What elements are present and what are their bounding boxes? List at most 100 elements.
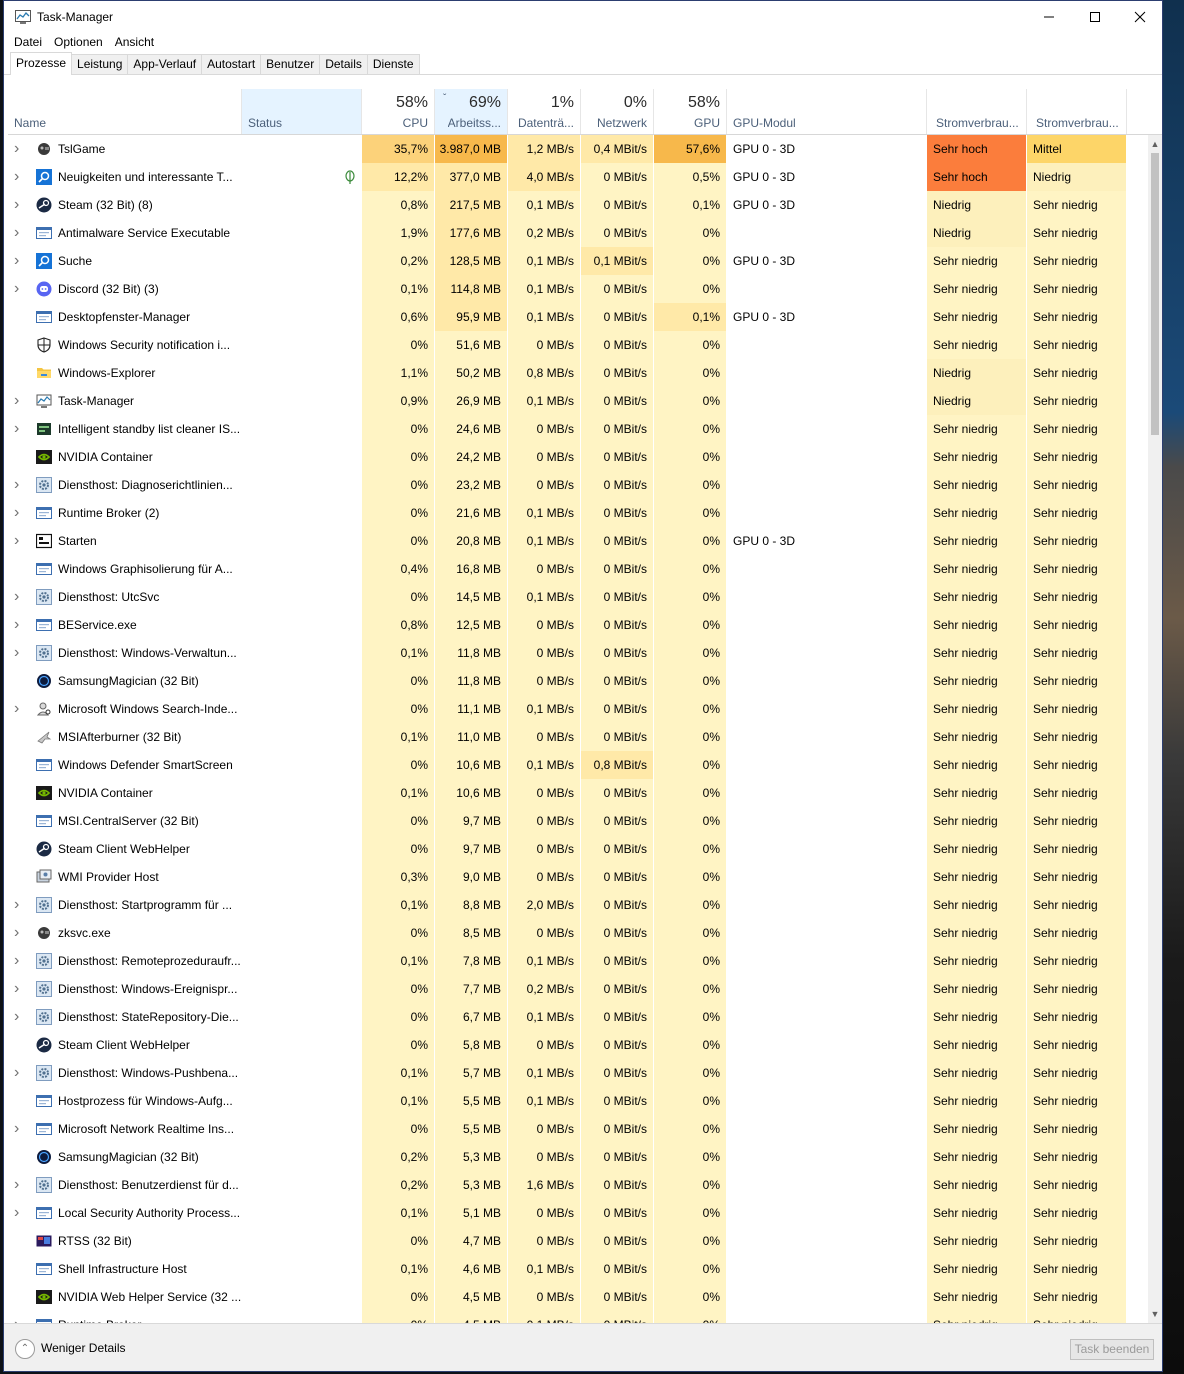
- minimize-button[interactable]: [1026, 1, 1072, 33]
- chevron-right-icon[interactable]: ›: [14, 163, 26, 191]
- table-row[interactable]: › Diensthost: UtcSvc 0% 14,5 MB 0,1 MB/s 0 MB…: [8, 583, 1148, 611]
- chevron-right-icon[interactable]: ›: [14, 1311, 26, 1323]
- chevron-right-icon[interactable]: ›: [14, 1003, 26, 1031]
- menu-file[interactable]: Datei: [8, 33, 48, 51]
- tab-startup[interactable]: Autostart: [201, 54, 262, 74]
- chevron-right-icon[interactable]: ›: [14, 1199, 26, 1227]
- table-row[interactable]: Windows Security notification i... 0% 51,6…: [8, 331, 1148, 359]
- table-row[interactable]: RTSS (32 Bit) 0% 4,7 MB 0 MB/s 0 MBit/s 0% Seh…: [8, 1227, 1148, 1255]
- table-row[interactable]: NVIDIA Container 0% 24,2 MB 0 MB/s 0 MBit/s 0…: [8, 443, 1148, 471]
- chevron-right-icon[interactable]: ›: [14, 1059, 26, 1087]
- menu-options[interactable]: Optionen: [48, 33, 109, 51]
- table-row[interactable]: Windows-Explorer 1,1% 50,2 MB 0,8 MB/s 0 MBi…: [8, 359, 1148, 387]
- column-header-power[interactable]: Stromverbrau...: [927, 89, 1027, 134]
- table-row[interactable]: › Diensthost: Windows-Verwaltun... 0,1% 11,…: [8, 639, 1148, 667]
- tab-processes[interactable]: Prozesse: [10, 52, 73, 75]
- table-row[interactable]: › TslGame 35,7% 3.987,0 MB 1,2 MB/s 0,4 MBit/…: [8, 135, 1148, 163]
- table-row[interactable]: › Diensthost: Remoteprozeduraufr... 0,1% 7,…: [8, 947, 1148, 975]
- table-row[interactable]: Windows Graphisolierung für A... 0,4% 16,8…: [8, 555, 1148, 583]
- table-row[interactable]: Steam Client WebHelper 0% 9,7 MB 0 MB/s 0 MB…: [8, 835, 1148, 863]
- tab-users[interactable]: Benutzer: [260, 54, 321, 74]
- chevron-right-icon[interactable]: ›: [14, 275, 26, 303]
- close-button[interactable]: [1117, 1, 1162, 33]
- table-row[interactable]: MSI.CentralServer (32 Bit) 0% 9,7 MB 0 MB/s…: [8, 807, 1148, 835]
- chevron-right-icon[interactable]: ›: [14, 583, 26, 611]
- tab-app-history[interactable]: App-Verlauf: [127, 54, 203, 74]
- chevron-right-icon[interactable]: ›: [14, 499, 26, 527]
- chevron-right-icon[interactable]: ›: [14, 639, 26, 667]
- chevron-right-icon[interactable]: ›: [14, 919, 26, 947]
- table-row[interactable]: › Task-Manager 0,9% 26,9 MB 0,1 MB/s 0 MBit/s…: [8, 387, 1148, 415]
- chevron-right-icon[interactable]: ›: [14, 527, 26, 555]
- table-row[interactable]: › Suche 0,2% 128,5 MB 0,1 MB/s 0,1 MBit/s 0% GP…: [8, 247, 1148, 275]
- table-row[interactable]: › Antimalware Service Executable 1,9% 177,6…: [8, 219, 1148, 247]
- chevron-right-icon[interactable]: ›: [14, 471, 26, 499]
- table-row[interactable]: › BEService.exe 0,8% 12,5 MB 0 MB/s 0 MBit/s 0…: [8, 611, 1148, 639]
- chevron-right-icon[interactable]: ›: [14, 387, 26, 415]
- table-row[interactable]: › Microsoft Network Realtime Ins... 0% 5,5 …: [8, 1115, 1148, 1143]
- table-row[interactable]: › Intelligent standby list cleaner IS... 0…: [8, 415, 1148, 443]
- chevron-right-icon[interactable]: ›: [14, 247, 26, 275]
- column-header-memory[interactable]: ˇ 69% Arbeitss...: [435, 89, 508, 134]
- menu-view[interactable]: Ansicht: [109, 33, 160, 51]
- table-row[interactable]: › Steam (32 Bit) (8) 0,8% 217,5 MB 0,1 MB/s 0…: [8, 191, 1148, 219]
- chevron-right-icon[interactable]: ›: [14, 219, 26, 247]
- table-row[interactable]: › Discord (32 Bit) (3) 0,1% 114,8 MB 0,1 MB/…: [8, 275, 1148, 303]
- table-row[interactable]: Steam Client WebHelper 0% 5,8 MB 0 MB/s 0 MB…: [8, 1031, 1148, 1059]
- scroll-up-icon[interactable]: ▲: [1148, 137, 1162, 151]
- table-row[interactable]: Desktopfenster-Manager 0,6% 95,9 MB 0,1 MB/…: [8, 303, 1148, 331]
- maximize-button[interactable]: [1072, 1, 1118, 33]
- chevron-right-icon[interactable]: ›: [14, 191, 26, 219]
- table-row[interactable]: › Diensthost: StateRepository-Die... 0% 6,7…: [8, 1003, 1148, 1031]
- table-row[interactable]: › zksvc.exe 0% 8,5 MB 0 MB/s 0 MBit/s 0% Sehr n…: [8, 919, 1148, 947]
- table-row[interactable]: SamsungMagician (32 Bit) 0,2% 5,3 MB 0 MB/s…: [8, 1143, 1148, 1171]
- end-task-button[interactable]: Task beenden: [1070, 1339, 1154, 1360]
- column-header-name[interactable]: Name: [8, 89, 242, 134]
- column-header-status[interactable]: Status: [242, 89, 362, 134]
- table-row[interactable]: Hostprozess für Windows-Aufg... 0,1% 5,5 M…: [8, 1087, 1148, 1115]
- column-header-gpu[interactable]: 58% GPU: [654, 89, 727, 134]
- table-row[interactable]: › Diensthost: Windows-Pushbena... 0,1% 5,7 …: [8, 1059, 1148, 1087]
- chevron-up-icon[interactable]: ⌃: [15, 1339, 35, 1359]
- scroll-down-icon[interactable]: ▼: [1148, 1307, 1162, 1321]
- chevron-right-icon[interactable]: ›: [14, 1171, 26, 1199]
- chevron-right-icon[interactable]: ›: [14, 415, 26, 443]
- table-row[interactable]: › Runtime Broker (2) 0% 21,6 MB 0,1 MB/s 0 MB…: [8, 499, 1148, 527]
- column-header-power-trend[interactable]: Stromverbrau...: [1027, 89, 1127, 134]
- tab-details[interactable]: Details: [319, 54, 368, 74]
- chevron-right-icon[interactable]: ›: [14, 891, 26, 919]
- table-row[interactable]: › Diensthost: Benutzerdienst für d... 0,2%…: [8, 1171, 1148, 1199]
- tab-performance[interactable]: Leistung: [71, 54, 129, 74]
- table-row[interactable]: NVIDIA Web Helper Service (32 ... 0% 4,5 M…: [8, 1283, 1148, 1311]
- table-row[interactable]: › Microsoft Windows Search-Inde... 0% 11,1 …: [8, 695, 1148, 723]
- fewer-details-link[interactable]: Weniger Details: [41, 1341, 125, 1355]
- table-row[interactable]: MSIAfterburner (32 Bit) 0,1% 11,0 MB 0 MB/s…: [8, 723, 1148, 751]
- scrollbar-thumb[interactable]: [1151, 153, 1159, 435]
- table-row[interactable]: Windows Defender SmartScreen 0% 10,6 MB 0,1…: [8, 751, 1148, 779]
- column-header-cpu[interactable]: 58% CPU: [362, 89, 435, 134]
- table-row[interactable]: WMI Provider Host 0,3% 9,0 MB 0 MB/s 0 MBit/…: [8, 863, 1148, 891]
- table-row[interactable]: › Local Security Authority Process... 0,1%…: [8, 1199, 1148, 1227]
- vertical-scrollbar[interactable]: ▲ ▼: [1148, 135, 1162, 1323]
- tab-services[interactable]: Dienste: [366, 54, 420, 74]
- table-row[interactable]: › Starten 0% 20,8 MB 0,1 MB/s 0 MBit/s 0% GPU 0…: [8, 527, 1148, 555]
- chevron-right-icon[interactable]: ›: [14, 135, 26, 163]
- chevron-right-icon[interactable]: ›: [14, 1115, 26, 1143]
- table-row[interactable]: › Neuigkeiten und interessante T... 12,2% 3…: [8, 163, 1148, 191]
- table-row[interactable]: NVIDIA Container 0,1% 10,6 MB 0 MB/s 0 MBit/…: [8, 779, 1148, 807]
- table-row[interactable]: SamsungMagician (32 Bit) 0% 11,8 MB 0 MB/s 0…: [8, 667, 1148, 695]
- column-header-gpu-engine[interactable]: GPU-Modul: [727, 89, 927, 134]
- chevron-right-icon[interactable]: ›: [14, 975, 26, 1003]
- table-row[interactable]: › Diensthost: Diagnoserichtlinien... 0% 23,…: [8, 471, 1148, 499]
- memory-cell: 177,6 MB: [435, 219, 508, 247]
- chevron-right-icon[interactable]: ›: [14, 695, 26, 723]
- chevron-right-icon[interactable]: ›: [14, 611, 26, 639]
- table-row[interactable]: ›Runtime Broker0%4,5 MB0,1 MB/s0 MBit/s0…: [8, 1311, 1148, 1323]
- chevron-right-icon[interactable]: ›: [14, 947, 26, 975]
- column-header-disk[interactable]: 1% Datenträ...: [508, 89, 581, 134]
- title-bar[interactable]: Task-Manager: [4, 1, 1162, 33]
- table-row[interactable]: › Diensthost: Startprogramm für ... 0,1% 8,…: [8, 891, 1148, 919]
- table-row[interactable]: › Diensthost: Windows-Ereignispr... 0% 7,7 …: [8, 975, 1148, 1003]
- column-header-network[interactable]: 0% Netzwerk: [581, 89, 654, 134]
- table-row[interactable]: Shell Infrastructure Host 0,1% 4,6 MB 0,1 M…: [8, 1255, 1148, 1283]
